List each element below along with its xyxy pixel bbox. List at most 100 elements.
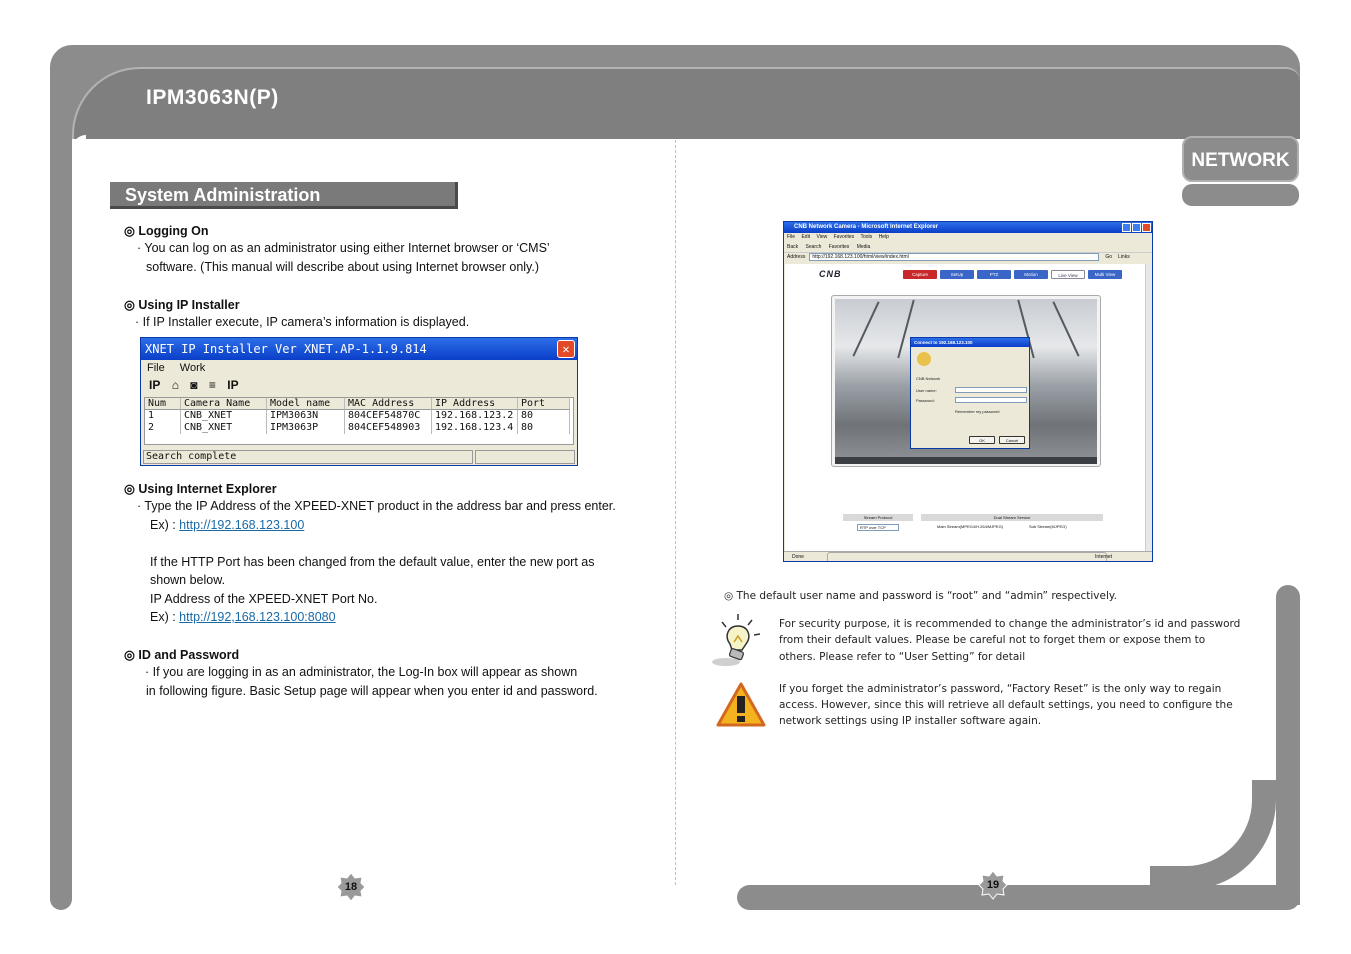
nav-live-view[interactable]: Live View [1051, 270, 1085, 279]
search-button[interactable]: Search [806, 244, 822, 250]
ip-installer-toolbar: IP ⌂ ◙ ≡ IP [141, 376, 577, 396]
nav-capture[interactable]: Capture [903, 270, 937, 279]
nav-setup[interactable]: SetUp [940, 270, 974, 279]
internet-explorer-line1: · Type the IP Address of the XPEED-XNET … [137, 499, 616, 513]
table-header: Num Camera Name Model name MAC Address I… [145, 398, 573, 410]
username-input[interactable] [955, 387, 1027, 393]
window-controls [1121, 223, 1151, 237]
column-header[interactable]: IP Address [432, 398, 518, 410]
status-bar-panel [475, 450, 575, 464]
nav-multi-view[interactable]: Multi View [1088, 270, 1122, 279]
browser-titlebar: CNB Network Camera - Microsoft Internet … [784, 222, 1152, 233]
address-input[interactable]: http://192.168.123.100/html/view/index.h… [809, 253, 1100, 261]
sub-stream-radio[interactable]: Sub Stream(MJPEG) [1027, 524, 1087, 531]
go-button[interactable]: Go [1105, 253, 1112, 262]
table-cell: 2 [145, 422, 181, 434]
page-number-text: 18 [344, 881, 358, 893]
ip-search-icon[interactable]: IP [149, 378, 160, 392]
example2-prefix: Ex) : [150, 610, 180, 624]
scrollbar[interactable] [1145, 264, 1152, 552]
table-row[interactable]: 2 CNB_XNET IPM3063P 804CEF548903 192.168… [145, 422, 573, 434]
browser-menu: File Edit View Favorites Tools Help [784, 233, 1152, 241]
menu-help[interactable]: Help [879, 234, 889, 240]
cnb-logo: CNB [819, 269, 842, 279]
status-zone: Internet [1095, 554, 1112, 560]
address-bar: Address http://192.168.123.100/html/view… [784, 253, 1152, 262]
network-tab-lower [1182, 184, 1299, 206]
warning-line1: If you forget the administrator’s passwo… [779, 683, 1222, 695]
column-header[interactable]: Port [518, 398, 570, 410]
column-header[interactable]: MAC Address [345, 398, 432, 410]
logging-on-line1: · You can log on as an administrator usi… [137, 241, 550, 255]
live-video: Connect to 192.168.123.100 CNB Network U… [835, 299, 1097, 457]
ip-change-icon[interactable]: IP [227, 378, 238, 392]
example2-link[interactable]: http://192,168.123.100:8080 [179, 610, 335, 624]
column-header[interactable]: Num [145, 398, 181, 410]
media-button[interactable]: Media [857, 244, 871, 250]
main-stream-radio[interactable]: Main Stream(MPEG4/H.264/MJPEG) [935, 524, 1025, 531]
list-icon[interactable]: ≡ [209, 378, 216, 392]
menu-favorites[interactable]: Favorites [834, 234, 855, 240]
minimize-icon[interactable] [1122, 223, 1131, 232]
address-label: Address [787, 254, 806, 260]
internet-explorer-line2: If the HTTP Port has been changed from t… [150, 555, 595, 569]
internet-explorer-heading: ◎ Using Internet Explorer [124, 482, 277, 496]
table-cell: 192.168.123.4 [432, 422, 518, 434]
table-cell: 80 [518, 410, 570, 422]
video-panel: Connect to 192.168.123.100 CNB Network U… [831, 295, 1101, 467]
page-number-left: 18 [336, 872, 366, 902]
menu-edit[interactable]: Edit [801, 234, 810, 240]
refresh-icon[interactable]: ◙ [190, 378, 197, 392]
back-button[interactable]: Back [787, 244, 798, 250]
browser-toolbar: Back Search Favorites Media [784, 241, 1152, 253]
cancel-button[interactable]: Cancel [999, 436, 1025, 444]
column-header[interactable]: Model name [267, 398, 345, 410]
close-icon[interactable] [1142, 223, 1151, 232]
remember-password-checkbox[interactable]: Remember my password [955, 409, 999, 414]
nav-motion[interactable]: Motion [1014, 270, 1048, 279]
menu-view[interactable]: View [816, 234, 827, 240]
tip-line1: For security purpose, it is recommended … [779, 618, 1241, 630]
password-input[interactable] [955, 397, 1027, 403]
home-icon[interactable]: ⌂ [172, 378, 179, 392]
maximize-icon[interactable] [1132, 223, 1141, 232]
warning-line2: access. However, since this will retriev… [779, 699, 1233, 711]
table-cell: 804CEF548903 [345, 422, 432, 434]
favorites-button[interactable]: Favorites [829, 244, 850, 250]
ok-button[interactable]: OK [969, 436, 995, 444]
browser-window: CNB Network Camera - Microsoft Internet … [783, 221, 1153, 562]
table-row[interactable]: 1 CNB_XNET IPM3063N 804CEF54870C 192.168… [145, 410, 573, 422]
example2: Ex) : http://192,168.123.100:8080 [150, 610, 336, 624]
menu-tools[interactable]: Tools [860, 234, 872, 240]
page-divider [675, 140, 676, 885]
ip-installer-window: XNET IP Installer Ver XNET.AP-1.1.9.814 … [140, 337, 578, 466]
internet-explorer-line4: IP Address of the XPEED-XNET Port No. [150, 592, 378, 606]
example1: Ex) : http://192.168.123.100 [150, 518, 304, 532]
bottom-right-curve [1150, 780, 1276, 890]
camera-nav: Capture SetUp PTZ Motion Live View Multi… [903, 270, 1125, 279]
links-button[interactable]: Links [1118, 253, 1130, 262]
left-border [50, 120, 72, 910]
dual-stream-header: Dual Stream Service [921, 514, 1103, 521]
ip-installer-heading: ◎ Using IP Installer [124, 298, 240, 312]
table-cell: CNB_XNET [181, 422, 267, 434]
example1-link[interactable]: http://192.168.123.100 [179, 518, 304, 532]
tip-line2: from their default values. Please be car… [779, 634, 1206, 646]
ip-installer-line1: · If IP Installer execute, IP camera’s i… [135, 315, 470, 329]
menu-file[interactable]: File [787, 234, 795, 240]
protocol-select[interactable]: RTP over TCP [857, 524, 899, 531]
page-number-text: 19 [986, 879, 1000, 891]
menu-work[interactable]: Work [180, 362, 205, 374]
close-icon[interactable]: ✕ [557, 340, 575, 358]
ip-installer-titlebar: XNET IP Installer Ver XNET.AP-1.1.9.814 … [141, 338, 577, 360]
browser-status-bar: Done Internet [784, 551, 1152, 561]
id-password-heading: ◎ ID and Password [124, 648, 240, 662]
logging-on-line2: software. (This manual will describe abo… [146, 260, 539, 274]
status-bar: Search complete [143, 450, 473, 464]
camera-table: Num Camera Name Model name MAC Address I… [144, 397, 574, 445]
warning-icon [716, 682, 766, 727]
table-cell: 80 [518, 422, 570, 434]
menu-file[interactable]: File [147, 362, 165, 374]
nav-ptz[interactable]: PTZ [977, 270, 1011, 279]
column-header[interactable]: Camera Name [181, 398, 267, 410]
